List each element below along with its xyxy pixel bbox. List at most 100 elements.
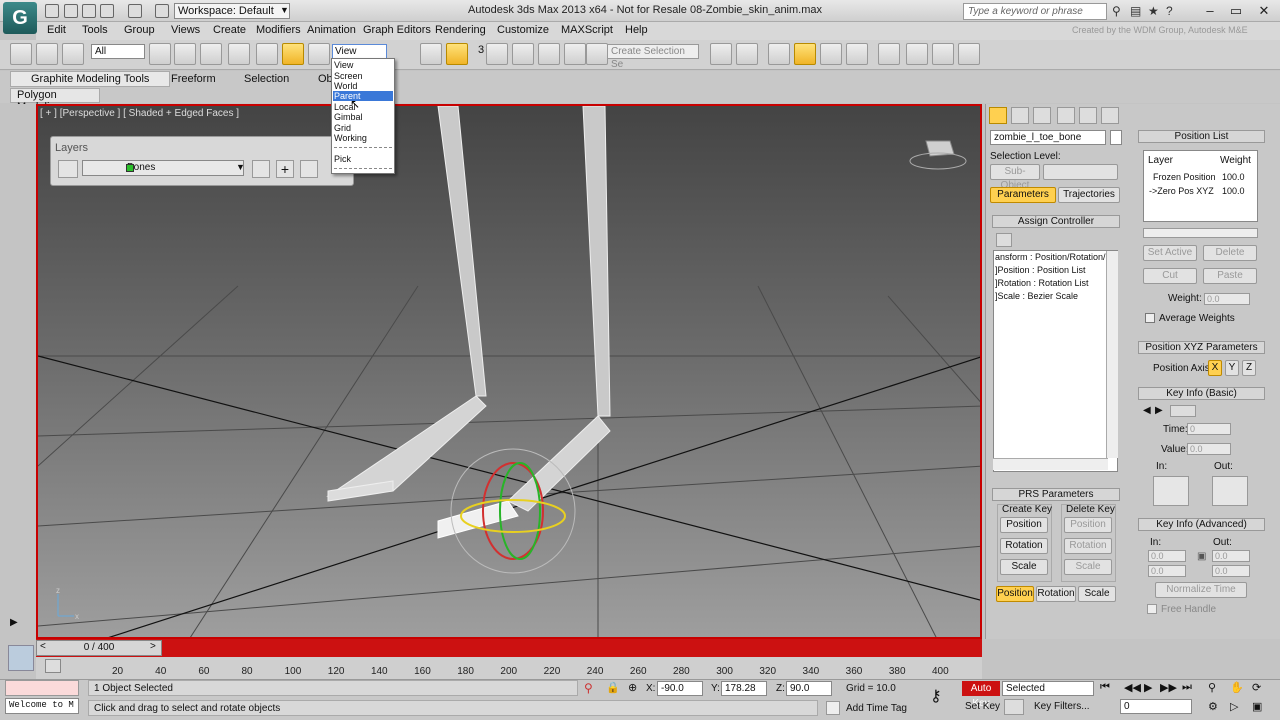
go-to-end-icon[interactable]: ⏭ <box>1182 681 1192 694</box>
align-icon[interactable] <box>736 43 758 65</box>
prs-rotation-tab[interactable]: Rotation <box>1036 586 1076 602</box>
value-spinner[interactable]: 0.0 <box>1187 443 1231 455</box>
axis-z-button[interactable]: Z <box>1242 360 1256 376</box>
current-layer-dropdown[interactable]: Bones <box>82 160 244 176</box>
auto-key-button[interactable]: Auto Key <box>962 681 1000 709</box>
prs-position-tab[interactable]: Position <box>996 586 1034 602</box>
time-next-icon[interactable]: > <box>150 641 156 652</box>
menu-maxscript[interactable]: MAXScript <box>561 24 613 36</box>
listener-mini-top[interactable] <box>5 680 79 696</box>
menu-help[interactable]: Help <box>625 24 648 36</box>
reference-coordinate-dropdown[interactable]: View <box>332 44 387 59</box>
undo-icon[interactable] <box>100 4 114 18</box>
schematic-view-icon[interactable] <box>846 43 868 65</box>
menu-option-grid[interactable]: Grid <box>333 123 393 133</box>
free-handle-checkbox[interactable] <box>1147 604 1157 614</box>
app-logo-icon[interactable]: G <box>3 2 37 34</box>
trajectories-tab[interactable]: Trajectories <box>1058 187 1120 203</box>
next-key-icon[interactable]: ▶ <box>1155 405 1163 416</box>
absolute-mode-icon[interactable]: ⊕ <box>628 681 637 694</box>
render-setup-icon[interactable] <box>906 43 928 65</box>
minimize-icon[interactable]: – <box>1196 2 1224 20</box>
time-spinner[interactable]: 0 <box>1187 423 1231 435</box>
previous-frame-icon[interactable]: ◀◀ <box>1124 681 1141 694</box>
menu-option-local[interactable]: Local <box>333 102 393 112</box>
pan-icon[interactable]: ✋ <box>1230 681 1244 694</box>
delete-scale-key-button[interactable]: Scale <box>1064 559 1112 575</box>
adv-in-spinner-2[interactable]: 0.0 <box>1148 565 1186 577</box>
menu-views[interactable]: Views <box>171 24 200 36</box>
window-crossing-icon[interactable] <box>228 43 250 65</box>
right-shin-bone[interactable] <box>582 106 611 417</box>
current-frame-field[interactable]: 0 <box>1120 699 1192 714</box>
save-icon[interactable] <box>82 4 96 18</box>
z-coordinate-field[interactable]: 90.0 <box>786 681 832 696</box>
unlink-icon[interactable] <box>36 43 58 65</box>
key-filters-button[interactable]: Key Filters... <box>1034 701 1090 712</box>
motion-tab-icon[interactable] <box>1057 107 1075 124</box>
delete-position-key-button[interactable]: Position <box>1064 517 1112 533</box>
average-weights-checkbox[interactable] <box>1145 313 1155 323</box>
object-color-swatch[interactable] <box>1110 130 1122 145</box>
prev-key-icon[interactable]: ◀ <box>1143 405 1151 416</box>
utilities-tab-icon[interactable] <box>1101 107 1119 124</box>
list-scrollbar[interactable] <box>1143 228 1258 238</box>
menu-option-screen[interactable]: Screen <box>333 71 393 81</box>
delete-button[interactable]: Delete <box>1203 245 1257 261</box>
graphite-toggle-icon[interactable] <box>794 43 816 65</box>
key-info-advanced-header[interactable]: Key Info (Advanced) <box>1138 518 1265 531</box>
adv-in-spinner-1[interactable]: 0.0 <box>1148 550 1186 562</box>
time-tag-icon[interactable] <box>826 701 840 715</box>
key-mode-dropdown[interactable]: Selected <box>1002 681 1094 696</box>
tree-item[interactable]: ]Position : Position List <box>995 265 1086 275</box>
position-xyz-header[interactable]: Position XYZ Parameters <box>1138 341 1265 354</box>
list-row-weight[interactable]: 100.0 <box>1222 172 1245 182</box>
snap-toggle-icon[interactable] <box>486 43 508 65</box>
tree-hscrollbar[interactable] <box>993 458 1108 470</box>
time-prev-icon[interactable]: < <box>40 641 46 652</box>
assign-controller-icon[interactable] <box>996 233 1012 247</box>
redo-icon[interactable] <box>128 4 142 18</box>
search-input[interactable]: Type a keyword or phrase <box>963 3 1107 20</box>
viewcube-icon[interactable] <box>909 140 967 170</box>
subscription-icon[interactable]: ▤ <box>1130 4 1141 18</box>
expand-icon[interactable]: ▶ <box>10 617 18 628</box>
maximize-viewport-icon[interactable]: ▣ <box>1252 700 1262 713</box>
orbit-icon[interactable]: ⟳ <box>1252 681 1261 694</box>
left-foot-bone[interactable] <box>326 395 487 497</box>
axis-y-button[interactable]: Y <box>1225 360 1239 376</box>
object-name-field[interactable]: zombie_l_toe_bone <box>990 130 1106 145</box>
named-selection-dropdown[interactable]: Create Selection Se <box>607 44 699 70</box>
zoom-icon[interactable]: ⚲ <box>1208 681 1216 694</box>
close-icon[interactable]: ✕ <box>1250 2 1278 20</box>
curve-editor-icon[interactable] <box>820 43 842 65</box>
time-config-icon[interactable]: ⚙ <box>1208 700 1218 713</box>
viewport-label[interactable]: [ + ] [Perspective ] [ Shaded + Edged Fa… <box>40 108 239 119</box>
workspace-dropdown[interactable]: Workspace: Default <box>174 3 290 19</box>
create-rotation-key-button[interactable]: Rotation <box>1000 538 1048 554</box>
open-icon[interactable] <box>64 4 78 18</box>
hierarchy-tab-icon[interactable] <box>1033 107 1051 124</box>
menu-option-pick[interactable]: Pick <box>333 154 393 164</box>
normalize-time-button[interactable]: Normalize Time <box>1155 582 1247 598</box>
time-slider[interactable]: 0 / 400 <box>36 640 162 656</box>
x-coordinate-field[interactable]: -90.0 <box>657 681 703 696</box>
select-by-name-icon[interactable] <box>174 43 196 65</box>
menu-option-working[interactable]: Working <box>333 133 393 143</box>
paste-button[interactable]: Paste <box>1203 268 1257 284</box>
list-row-layer[interactable]: ->Zero Pos XYZ <box>1149 186 1214 196</box>
select-manipulate-icon[interactable] <box>446 43 468 65</box>
angle-snap-icon[interactable] <box>512 43 534 65</box>
adv-out-spinner-1[interactable]: 0.0 <box>1212 550 1250 562</box>
maxscript-mini-icon[interactable] <box>8 645 34 671</box>
list-row-weight[interactable]: 100.0 <box>1222 186 1245 196</box>
selection-lock-icon[interactable]: 🔒 <box>606 681 620 694</box>
maxscript-listener-input[interactable]: Welcome to M <box>5 698 79 714</box>
new-icon[interactable] <box>45 4 59 18</box>
menu-modifiers[interactable]: Modifiers <box>256 24 301 36</box>
out-tangent-icon[interactable] <box>1212 476 1248 506</box>
project-icon[interactable] <box>155 4 169 18</box>
menu-edit[interactable]: Edit <box>47 24 66 36</box>
layer-manager-icon[interactable] <box>768 43 790 65</box>
move-icon[interactable] <box>256 43 278 65</box>
